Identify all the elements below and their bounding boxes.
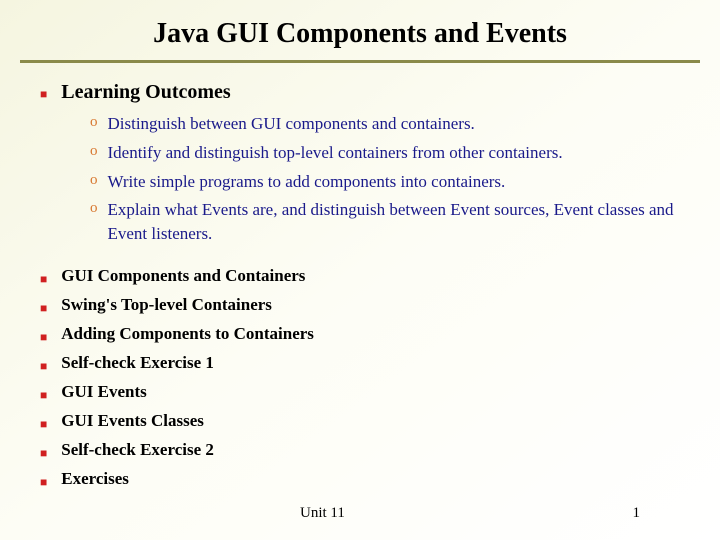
- topic-item: ■ Exercises: [40, 469, 680, 489]
- square-bullet-icon: ■: [40, 447, 47, 459]
- topic-item: ■ Self-check Exercise 1: [40, 353, 680, 373]
- topic-item: ■ Swing's Top-level Containers: [40, 295, 680, 315]
- topic-item: ■ Adding Components to Containers: [40, 324, 680, 344]
- outcome-item: o Explain what Events are, and distingui…: [90, 198, 680, 246]
- outcomes-list: o Distinguish between GUI components and…: [90, 112, 680, 246]
- outcome-item: o Distinguish between GUI components and…: [90, 112, 680, 136]
- topic-text: Exercises: [61, 469, 129, 489]
- square-bullet-icon: ■: [40, 273, 47, 285]
- circle-bullet-icon: o: [90, 112, 98, 133]
- topic-text: GUI Components and Containers: [61, 266, 305, 286]
- circle-bullet-icon: o: [90, 198, 98, 219]
- outcome-item: o Write simple programs to add component…: [90, 170, 680, 194]
- topic-text: Swing's Top-level Containers: [61, 295, 272, 315]
- outcome-text: Identify and distinguish top-level conta…: [108, 141, 563, 165]
- slide-title: Java GUI Components and Events: [0, 0, 720, 60]
- topic-text: Self-check Exercise 1: [61, 353, 214, 373]
- topic-text: Adding Components to Containers: [61, 324, 314, 344]
- heading-text: Learning Outcomes: [61, 81, 230, 104]
- outcome-item: o Identify and distinguish top-level con…: [90, 141, 680, 165]
- divider: [20, 60, 700, 63]
- circle-bullet-icon: o: [90, 170, 98, 191]
- topic-item: ■ Self-check Exercise 2: [40, 440, 680, 460]
- topic-item: ■ GUI Events: [40, 382, 680, 402]
- outcome-text: Distinguish between GUI components and c…: [108, 112, 475, 136]
- square-bullet-icon: ■: [40, 418, 47, 430]
- topic-item: ■ GUI Events Classes: [40, 411, 680, 431]
- topic-text: GUI Events Classes: [61, 411, 204, 431]
- outcome-text: Explain what Events are, and distinguish…: [108, 198, 681, 246]
- circle-bullet-icon: o: [90, 141, 98, 162]
- learning-outcomes-heading: ■ Learning Outcomes: [40, 81, 720, 104]
- square-bullet-icon: ■: [40, 331, 47, 343]
- square-bullet-icon: ■: [40, 302, 47, 314]
- outcome-text: Write simple programs to add components …: [108, 170, 506, 194]
- footer-page: 1: [633, 505, 641, 522]
- square-bullet-icon: ■: [40, 360, 47, 372]
- topics-list: ■ GUI Components and Containers ■ Swing'…: [40, 266, 680, 489]
- square-bullet-icon: ■: [40, 476, 47, 488]
- slide-footer: Unit 11 1: [0, 505, 720, 522]
- square-bullet-icon: ■: [40, 88, 47, 100]
- topic-text: GUI Events: [61, 382, 146, 402]
- square-bullet-icon: ■: [40, 389, 47, 401]
- footer-unit: Unit 11: [300, 505, 345, 522]
- topic-item: ■ GUI Components and Containers: [40, 266, 680, 286]
- topic-text: Self-check Exercise 2: [61, 440, 214, 460]
